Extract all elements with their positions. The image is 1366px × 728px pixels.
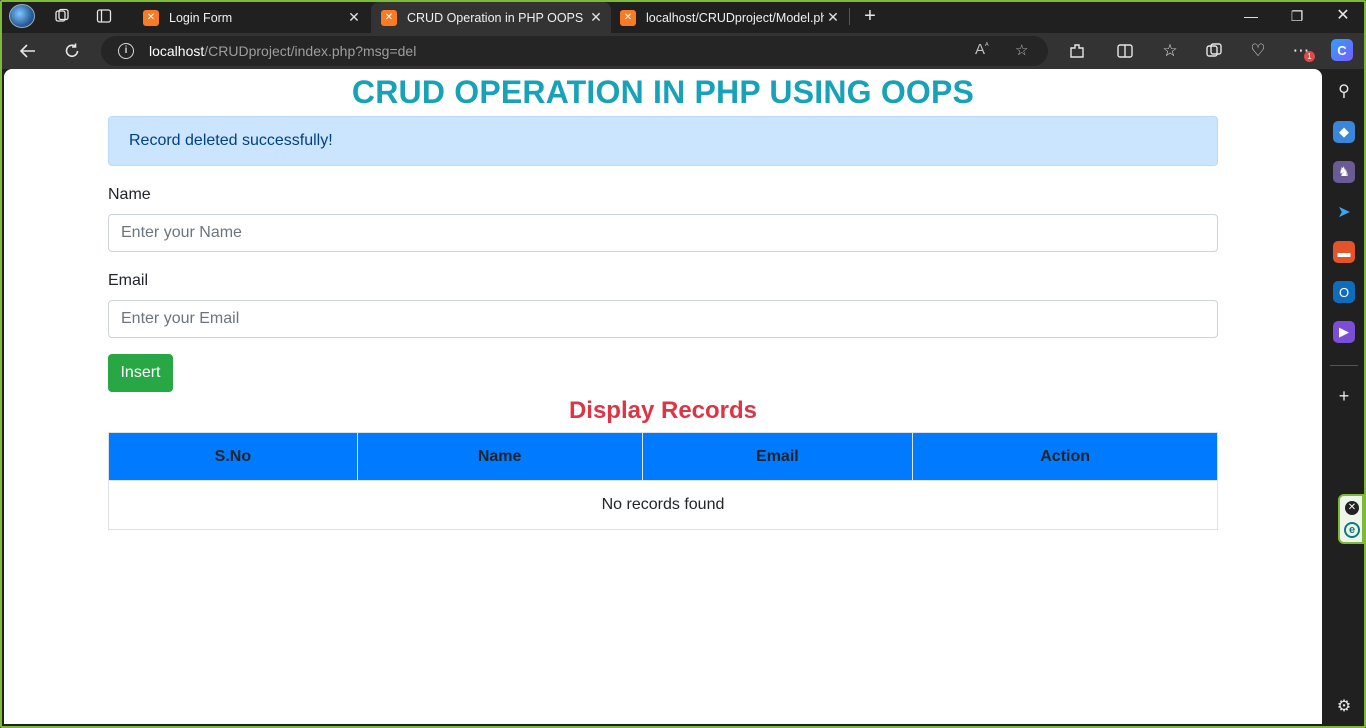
tab-label: CRUD Operation in PHP OOPS <box>407 10 584 25</box>
site-info-icon[interactable]: i <box>118 43 134 59</box>
outlook-icon[interactable]: O <box>1333 281 1355 303</box>
records-table: S.No Name Email Action No records found <box>108 432 1218 530</box>
split-screen-icon[interactable] <box>1112 39 1138 63</box>
workspaces-icon[interactable] <box>50 5 74 27</box>
empty-message: No records found <box>108 480 1218 530</box>
copilot-icon[interactable]: ▶ <box>1333 321 1355 343</box>
copilot-icon[interactable]: C <box>1331 39 1353 61</box>
name-label: Name <box>108 186 151 203</box>
page-container: CRUD OPERATION IN PHP USING OOPS Record … <box>108 69 1218 530</box>
header-email: Email <box>641 432 914 481</box>
xampp-icon: ✕ <box>381 9 397 26</box>
header-action: Action <box>912 432 1218 481</box>
records-title: Display Records <box>568 397 758 424</box>
favorite-star-icon[interactable]: ☆ <box>1015 41 1028 59</box>
back-icon[interactable] <box>15 39 41 63</box>
favorites-icon[interactable]: ☆ <box>1157 39 1183 63</box>
name-input[interactable] <box>108 214 1218 252</box>
games-icon[interactable]: ♞ <box>1333 161 1355 183</box>
tab-actions-icon[interactable] <box>92 5 116 27</box>
restore-icon[interactable]: ❐ <box>1282 4 1312 28</box>
page-title: CRUD OPERATION IN PHP USING OOPS <box>351 74 975 110</box>
edge-e-icon[interactable]: e <box>1344 522 1360 538</box>
xampp-icon: ✕ <box>620 9 636 26</box>
email-label: Email <box>108 272 149 289</box>
tools-icon[interactable]: ▬ <box>1333 241 1355 263</box>
search-icon[interactable]: ⚲ <box>1333 80 1355 102</box>
header-sno: S.No <box>108 432 358 481</box>
close-tab-icon[interactable]: ✕ <box>347 10 361 24</box>
floating-extension-widget[interactable]: ✕ e <box>1338 494 1364 544</box>
browser-toolbar: i localhost/CRUDproject/index.php?msg=de… <box>0 33 1366 69</box>
tab-crud-operation[interactable]: ✕ CRUD Operation in PHP OOPS ✕ <box>371 2 611 33</box>
insert-button[interactable]: Insert <box>108 354 173 392</box>
tab-label: localhost/CRUDproject/Model.ph <box>646 10 824 25</box>
notification-badge: 1 <box>1304 51 1315 62</box>
address-bar[interactable]: i localhost/CRUDproject/index.php?msg=de… <box>101 36 1048 66</box>
collections-icon[interactable] <box>1201 39 1227 63</box>
sidebar-divider <box>1330 365 1358 366</box>
url-path: /CRUDproject/index.php?msg=del <box>204 43 417 59</box>
table-header-row: S.No Name Email Action <box>108 432 1218 481</box>
close-window-icon[interactable]: ✕ <box>1328 4 1358 28</box>
refresh-icon[interactable] <box>59 39 85 63</box>
settings-gear-icon[interactable]: ⚙ <box>1333 695 1355 717</box>
header-name: Name <box>356 432 643 481</box>
table-row: No records found <box>108 480 1218 530</box>
browser-essentials-icon[interactable]: ♡ <box>1245 39 1271 63</box>
url-text: localhost/CRUDproject/index.php?msg=del <box>149 43 416 59</box>
tab-strip: ✕ Login Form ✕ ✕ CRUD Operation in PHP O… <box>0 0 1366 33</box>
send-icon[interactable]: ➤ <box>1333 201 1355 223</box>
close-icon[interactable]: ✕ <box>1345 501 1359 515</box>
close-tab-icon[interactable]: ✕ <box>589 10 603 24</box>
tab-login-form[interactable]: ✕ Login Form ✕ <box>133 2 369 33</box>
shopping-tag-icon[interactable]: ◆ <box>1333 121 1355 143</box>
edge-sidebar: ⚲ ◆ ♞ ➤ ▬ O ▶ + ⚙ <box>1322 69 1366 728</box>
read-aloud-icon[interactable]: Aᴬ <box>975 41 989 58</box>
minimize-icon[interactable]: — <box>1236 4 1266 28</box>
xampp-icon: ✕ <box>143 9 159 26</box>
add-sidebar-app-icon[interactable]: + <box>1333 385 1355 407</box>
url-host: localhost <box>149 43 205 59</box>
email-input[interactable] <box>108 300 1218 338</box>
tab-divider <box>849 8 850 25</box>
success-alert: Record deleted successfully! <box>108 116 1218 166</box>
page-viewport: CRUD OPERATION IN PHP USING OOPS Record … <box>4 69 1322 724</box>
profile-avatar[interactable] <box>9 4 35 28</box>
tab-label: Login Form <box>169 10 233 25</box>
extensions-icon[interactable] <box>1064 39 1090 63</box>
new-tab-icon[interactable]: + <box>858 5 882 27</box>
tab-model-php[interactable]: ✕ localhost/CRUDproject/Model.ph ✕ <box>610 2 848 33</box>
close-tab-icon[interactable]: ✕ <box>826 10 840 24</box>
